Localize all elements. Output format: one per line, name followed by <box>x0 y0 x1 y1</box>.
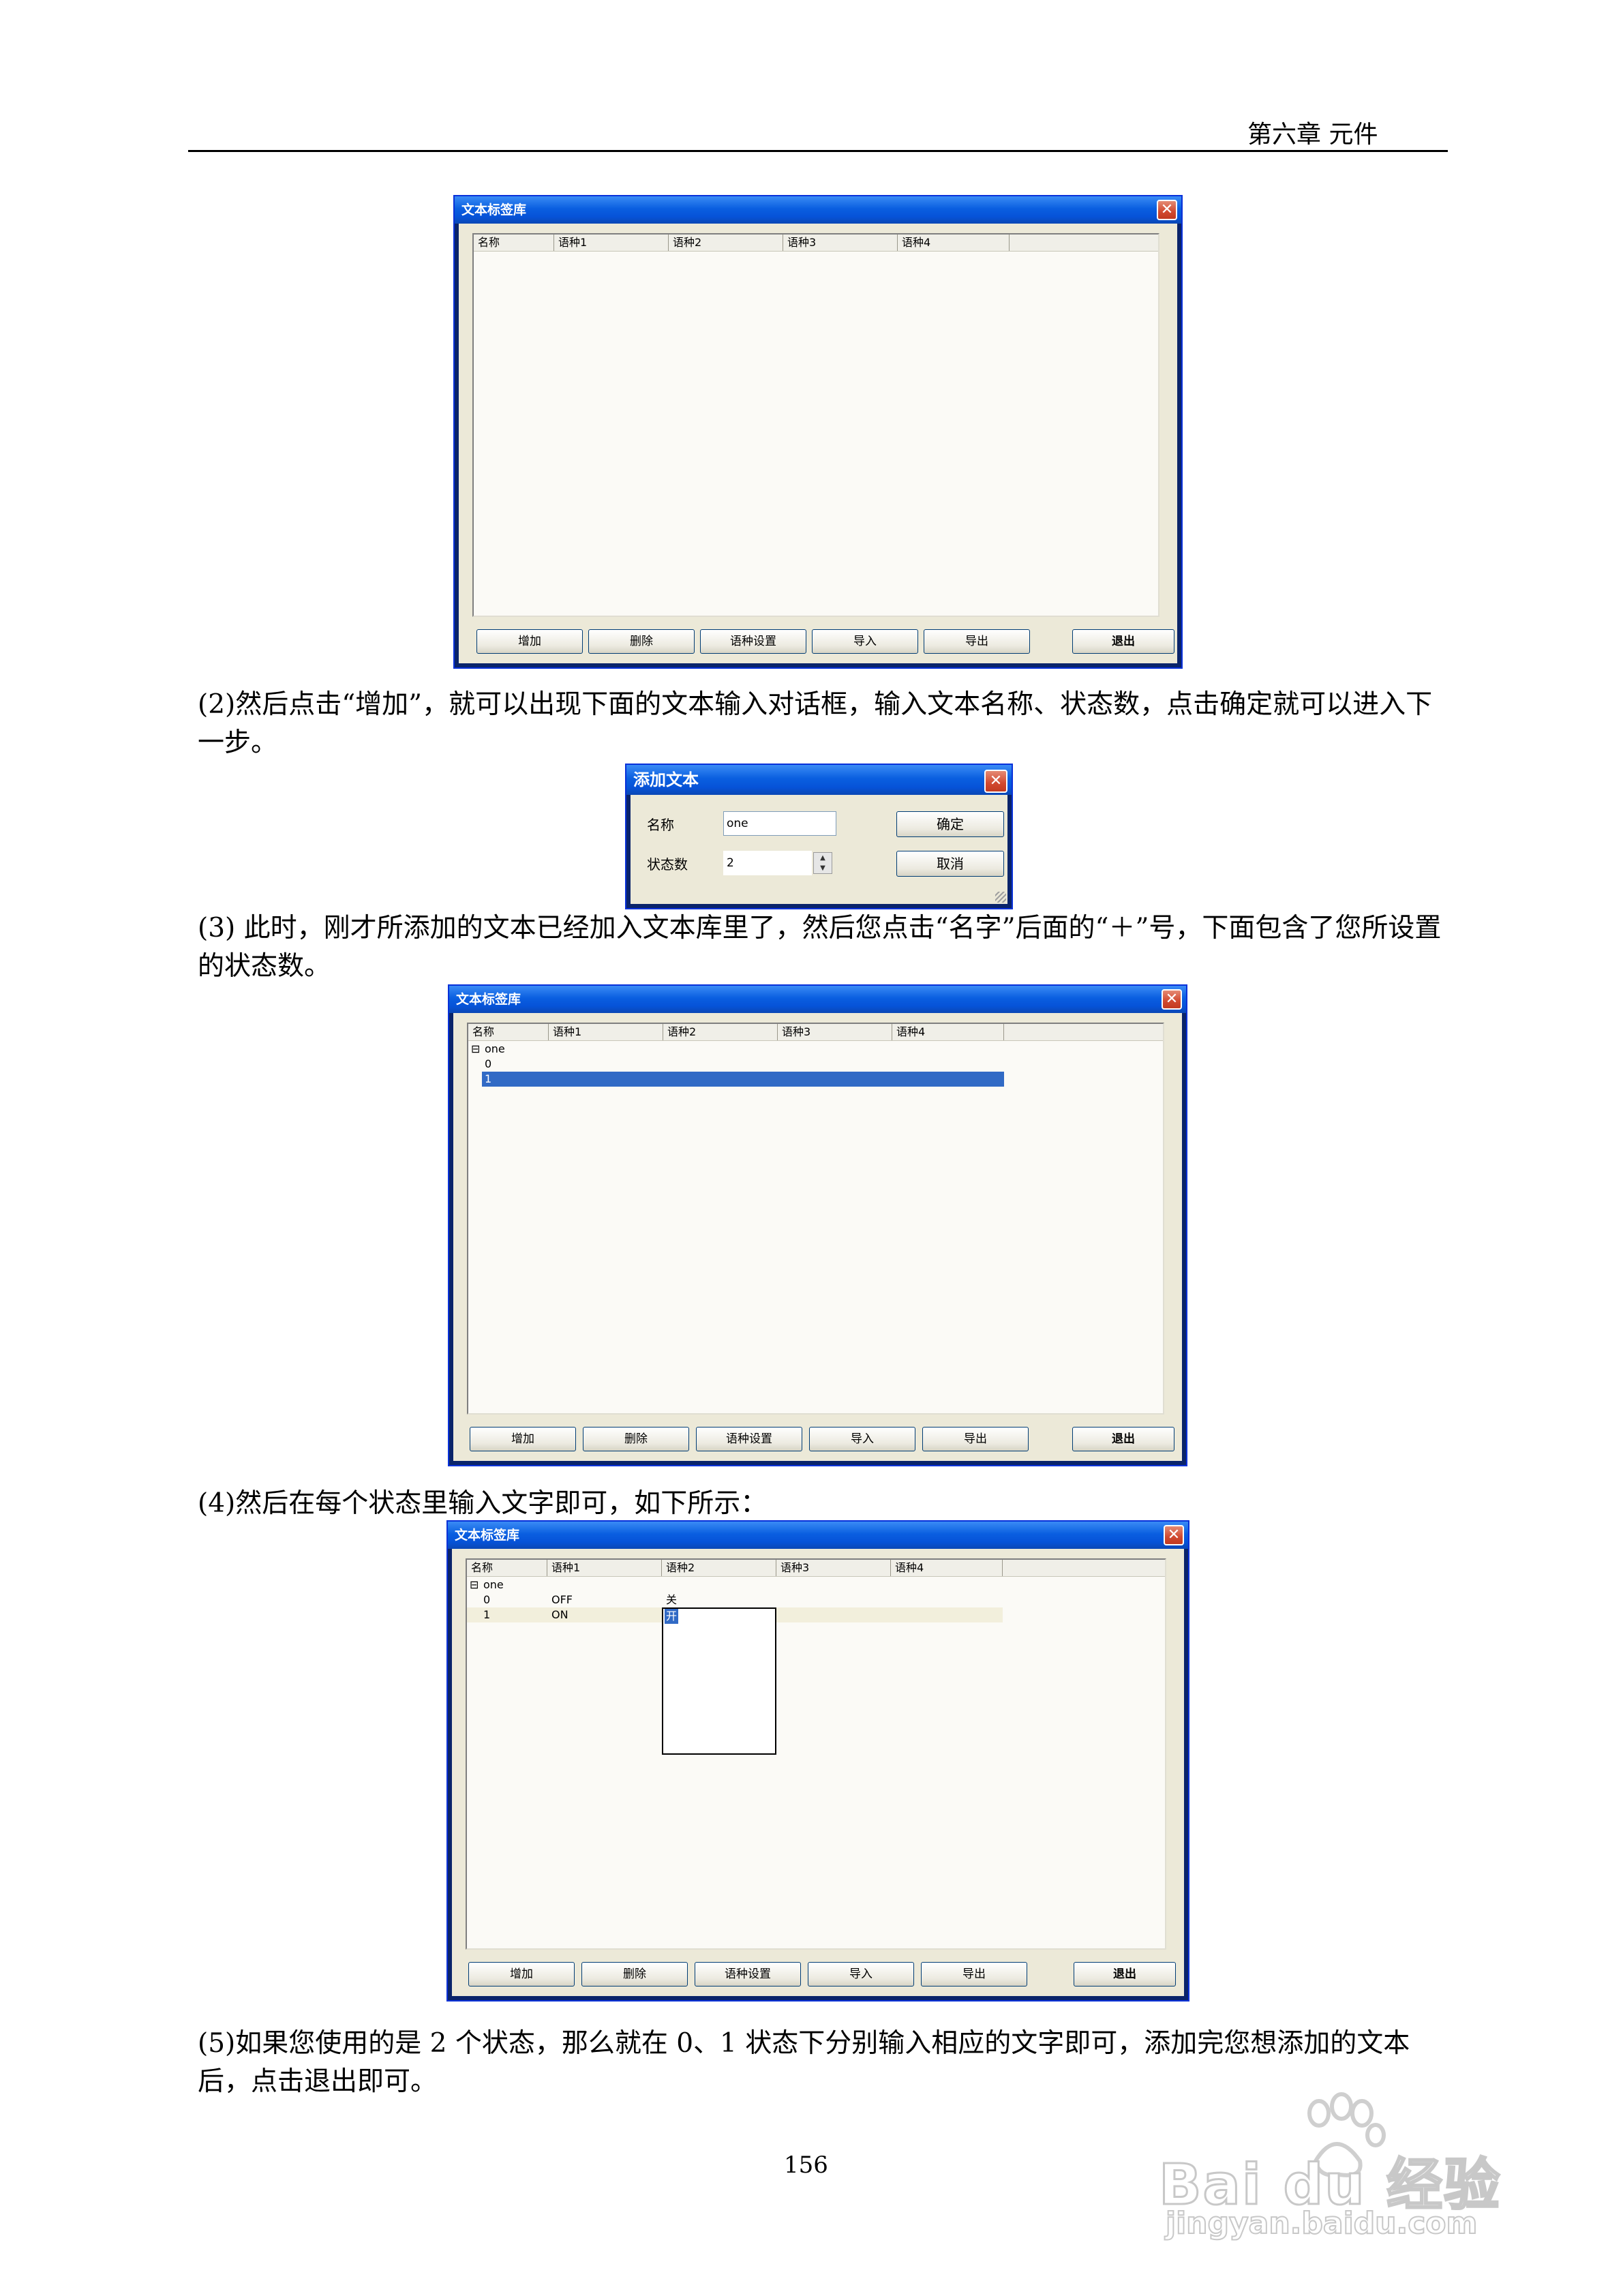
ok-button[interactable]: 确定 <box>896 811 1004 837</box>
delete-button[interactable]: 删除 <box>581 1962 688 1987</box>
tree-node-label: one <box>483 1578 504 1591</box>
text-library-window-filled: 文本标签库 ✕ 名称 语种1 语种2 语种3 语种4 ⊟ one 0 OFF 关… <box>446 1520 1189 2002</box>
paragraph-step-3: (3) 此时，刚才所添加的文本已经加入文本库里了，然后您点击“名字”后面的“＋”… <box>198 913 1442 982</box>
text-list-view[interactable]: 名称 语种1 语种2 语种3 语种4 <box>472 233 1159 617</box>
col-lang1[interactable]: 语种1 <box>549 1024 663 1040</box>
add-button[interactable]: 增加 <box>468 1962 575 1987</box>
tree-expander-icon[interactable]: ⊟ <box>470 1577 479 1592</box>
col-lang4[interactable]: 语种4 <box>892 1024 1004 1040</box>
state-label: 1 <box>485 1072 492 1085</box>
col-lang4[interactable]: 语种4 <box>891 1560 1003 1576</box>
list-header: 名称 语种1 语种2 语种3 语种4 <box>474 235 1158 252</box>
resize-grip[interactable] <box>995 892 1006 903</box>
close-icon[interactable]: ✕ <box>1162 989 1182 1010</box>
state-row-selected[interactable]: 1 <box>482 1072 1004 1087</box>
window-titlebar[interactable]: 文本标签库 <box>448 1522 1188 1549</box>
add-text-dialog: 添加文本 ✕ 名称 one 状态数 2 ▲ ▼ 确定 取消 <box>625 764 1013 909</box>
lang1-cell[interactable]: ON <box>551 1607 568 1622</box>
window-client: 名称 语种1 语种2 语种3 语种4 ⊟ one 0 1 增加 删除 语种设置 … <box>453 1013 1182 1461</box>
text-list-view[interactable]: 名称 语种1 语种2 语种3 语种4 ⊟ one 0 OFF 关 1 ON 开 <box>466 1558 1166 1950</box>
window-title: 文本标签库 <box>461 202 527 217</box>
col-lang3[interactable]: 语种3 <box>776 1560 891 1576</box>
dialog-client: 名称 one 状态数 2 ▲ ▼ 确定 取消 <box>631 795 1007 904</box>
spin-down-icon[interactable]: ▼ <box>814 863 832 873</box>
add-button[interactable]: 增加 <box>470 1427 576 1451</box>
col-name[interactable]: 名称 <box>468 1024 549 1040</box>
list-header: 名称 语种1 语种2 语种3 语种4 <box>468 1024 1163 1041</box>
state-count-spinner[interactable]: ▲ ▼ <box>813 852 832 874</box>
page-number: 156 <box>784 2151 828 2179</box>
exit-button[interactable]: 退出 <box>1072 629 1174 654</box>
tree-node-row[interactable]: ⊟ one <box>467 1577 1003 1592</box>
state-count-label: 状态数 <box>647 856 688 873</box>
language-settings-button[interactable]: 语种设置 <box>695 1962 801 1987</box>
exit-button[interactable]: 退出 <box>1072 1427 1174 1451</box>
col-lang1[interactable]: 语种1 <box>547 1560 662 1576</box>
list-header: 名称 语种1 语种2 语种3 语种4 <box>467 1560 1165 1577</box>
text-list-view[interactable]: 名称 语种1 语种2 语种3 语种4 ⊟ one 0 1 <box>467 1023 1164 1415</box>
col-lang4[interactable]: 语种4 <box>898 235 1010 251</box>
import-button[interactable]: 导入 <box>809 1427 915 1451</box>
text-library-window-empty: 文本标签库 ✕ 名称 语种1 语种2 语种3 语种4 增加 删除 语种设置 导入… <box>453 195 1183 669</box>
delete-button[interactable]: 删除 <box>583 1427 689 1451</box>
export-button[interactable]: 导出 <box>922 1427 1029 1451</box>
lang1-cell[interactable]: OFF <box>551 1592 573 1607</box>
import-button[interactable]: 导入 <box>808 1962 914 1987</box>
state-row[interactable]: 0 <box>468 1057 1004 1072</box>
col-lang3[interactable]: 语种3 <box>778 1024 892 1040</box>
cell-edit-box[interactable]: 开 <box>662 1607 776 1755</box>
language-settings-button[interactable]: 语种设置 <box>700 629 806 654</box>
baidu-jingyan-watermark: Bai du 经验 jingyan.baidu.com <box>1152 2086 1534 2243</box>
delete-button[interactable]: 删除 <box>588 629 695 654</box>
col-lang2[interactable]: 语种2 <box>669 235 783 251</box>
state-row[interactable]: 0 OFF 关 <box>467 1592 1003 1607</box>
lang2-cell[interactable]: 关 <box>666 1592 677 1607</box>
dialog-titlebar[interactable]: 添加文本 <box>626 765 1012 795</box>
import-button[interactable]: 导入 <box>812 629 918 654</box>
name-label: 名称 <box>647 817 674 833</box>
close-icon[interactable]: ✕ <box>984 770 1007 793</box>
window-client: 名称 语种1 语种2 语种3 语种4 增加 删除 语种设置 导入 导出 退出 <box>459 224 1177 663</box>
state-label: 0 <box>483 1593 491 1606</box>
export-button[interactable]: 导出 <box>921 1962 1027 1987</box>
state-count-input[interactable]: 2 <box>723 851 812 875</box>
col-name[interactable]: 名称 <box>474 235 554 251</box>
close-icon[interactable]: ✕ <box>1157 200 1177 220</box>
language-settings-button[interactable]: 语种设置 <box>696 1427 802 1451</box>
paragraph-step-4: (4)然后在每个状态里输入文字即可，如下所示： <box>198 1488 768 1519</box>
watermark-url: jingyan.baidu.com <box>1165 2205 1478 2241</box>
cancel-button[interactable]: 取消 <box>896 851 1004 877</box>
col-name[interactable]: 名称 <box>467 1560 547 1576</box>
add-button[interactable]: 增加 <box>476 629 583 654</box>
window-title: 文本标签库 <box>455 1528 520 1543</box>
name-input[interactable]: one <box>723 811 836 836</box>
tree-expander-icon[interactable]: ⊟ <box>471 1042 480 1057</box>
col-lang1[interactable]: 语种1 <box>554 235 669 251</box>
window-titlebar[interactable]: 文本标签库 <box>455 196 1181 224</box>
exit-button[interactable]: 退出 <box>1074 1962 1176 1987</box>
text-library-window-expanded: 文本标签库 ✕ 名称 语种1 语种2 语种3 语种4 ⊟ one 0 1 增加 <box>448 984 1187 1466</box>
tree-node-row[interactable]: ⊟ one <box>468 1042 1004 1057</box>
chapter-header: 第六章 元件 <box>1247 121 1378 149</box>
state-label: 1 <box>483 1608 491 1621</box>
window-client: 名称 语种1 语种2 语种3 语种4 ⊟ one 0 OFF 关 1 ON 开 <box>452 1549 1184 1996</box>
export-button[interactable]: 导出 <box>924 629 1030 654</box>
col-lang2[interactable]: 语种2 <box>663 1024 778 1040</box>
tree-node-label: one <box>485 1042 505 1055</box>
window-titlebar[interactable]: 文本标签库 <box>449 986 1186 1013</box>
window-title: 文本标签库 <box>456 992 521 1007</box>
state-label: 0 <box>485 1057 492 1070</box>
close-icon[interactable]: ✕ <box>1164 1525 1184 1545</box>
col-lang2[interactable]: 语种2 <box>662 1560 776 1576</box>
spin-up-icon[interactable]: ▲ <box>814 853 832 863</box>
header-rule <box>188 150 1448 152</box>
dialog-title: 添加文本 <box>633 770 699 789</box>
cell-edit-text[interactable]: 开 <box>665 1609 679 1624</box>
paragraph-step-2: (2)然后点击“增加”，就可以出现下面的文本输入对话框，输入文本名称、状态数，点… <box>198 689 1433 758</box>
col-lang3[interactable]: 语种3 <box>783 235 898 251</box>
